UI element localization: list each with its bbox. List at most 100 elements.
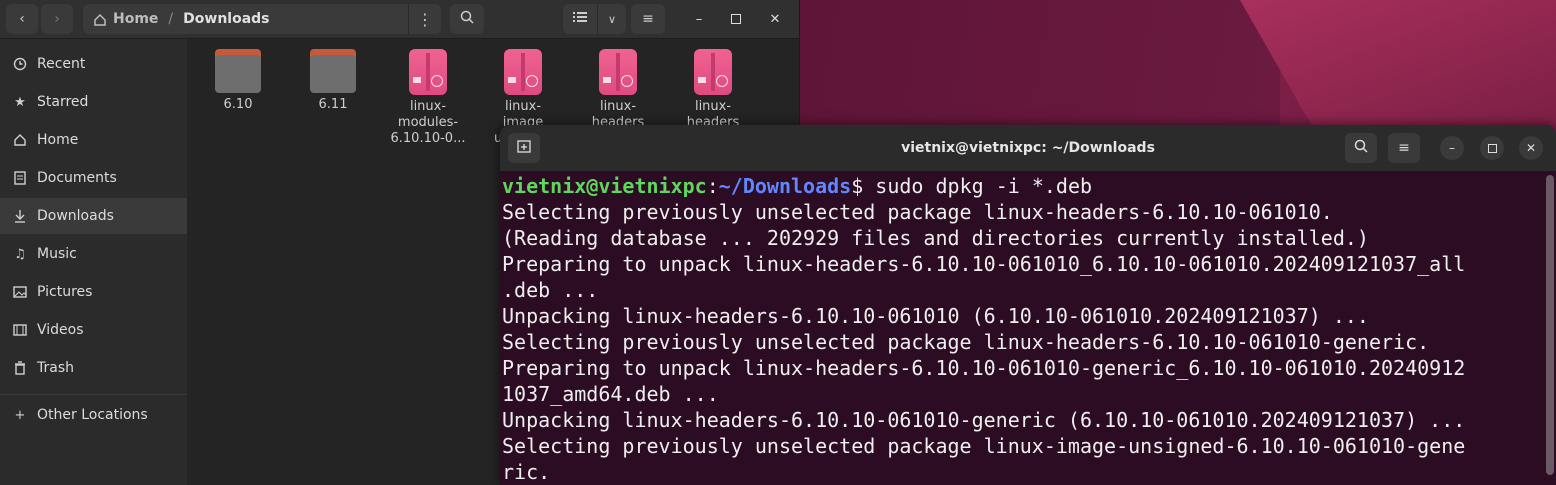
prompt-user: vietnix@vietnixpc — [502, 174, 707, 198]
debian-package-icon — [409, 49, 447, 95]
files-headerbar: ‹ › Home / Downloads ⋮ ∨ ≡ – ✕ — [0, 0, 799, 39]
hamburger-icon: ≡ — [1398, 140, 1410, 156]
terminal-search-button[interactable] — [1345, 133, 1377, 163]
folder-icon — [215, 49, 261, 93]
close-icon: ✕ — [1525, 141, 1537, 155]
vertical-dots-icon: ⋮ — [417, 9, 433, 29]
sidebar-item-label: Starred — [37, 94, 89, 110]
download-icon — [12, 208, 28, 224]
chevron-left-icon: ‹ — [19, 11, 25, 27]
terminal-line: Unpacking linux-headers-6.10.10-061010 (… — [502, 304, 1369, 328]
terminal-line: 1037_amd64.deb ... — [502, 382, 719, 406]
sidebar: Recent ★ Starred Home Documents Download… — [0, 39, 187, 485]
new-tab-icon — [517, 139, 531, 157]
file-name: linux- — [599, 99, 637, 114]
breadcrumb-separator: / — [168, 11, 174, 27]
debian-package-icon — [504, 49, 542, 95]
sidebar-divider — [0, 394, 187, 395]
sidebar-item-music[interactable]: ♫ Music — [0, 236, 187, 272]
file-item-deb[interactable]: linux- headers — [573, 49, 663, 131]
breadcrumb-current[interactable]: Downloads — [183, 11, 269, 27]
terminal-menu-button[interactable]: ≡ — [1388, 133, 1420, 163]
terminal-prompt-line: vietnix@vietnixpc:~/Downloads$ sudo dpkg… — [502, 173, 1546, 199]
sidebar-item-home[interactable]: Home — [0, 122, 187, 158]
sidebar-item-other-locations[interactable]: + Other Locations — [0, 397, 187, 433]
chevron-right-icon: › — [54, 11, 60, 27]
prompt-dollar: $ — [851, 174, 876, 198]
file-name: linux- — [409, 99, 447, 114]
terminal-line: Selecting previously unselected package … — [502, 434, 1466, 458]
file-item-deb[interactable]: linux- headers — [668, 49, 758, 131]
view-toggle-button[interactable] — [563, 4, 597, 34]
back-button[interactable]: ‹ — [6, 4, 38, 34]
file-name: 6.10.10-0... — [390, 131, 466, 146]
minimize-icon: – — [1449, 141, 1455, 155]
sidebar-item-label: Recent — [37, 56, 86, 72]
prompt-path: ~/Downloads — [718, 174, 852, 198]
sidebar-item-label: Videos — [37, 322, 84, 338]
terminal-command: sudo dpkg -i *.deb — [875, 174, 1093, 198]
path-menu-button[interactable]: ⋮ — [408, 4, 441, 34]
prompt-colon: : — [706, 174, 719, 198]
main-menu-button[interactable]: ≡ — [631, 4, 665, 34]
terminal-line: Unpacking linux-headers-6.10.10-061010-g… — [502, 408, 1466, 432]
breadcrumb-home[interactable]: Home — [113, 11, 158, 27]
maximize-icon — [1487, 143, 1497, 153]
file-name: linux- — [694, 99, 732, 114]
sidebar-item-starred[interactable]: ★ Starred — [0, 84, 187, 120]
file-item-folder[interactable]: 6.11 — [288, 49, 378, 113]
file-name: modules- — [397, 115, 459, 130]
trash-icon — [12, 360, 28, 376]
sidebar-item-recent[interactable]: Recent — [0, 46, 187, 82]
terminal-scrollbar[interactable] — [1546, 175, 1554, 475]
music-icon: ♫ — [14, 246, 26, 262]
folder-icon — [310, 49, 356, 93]
sidebar-item-label: Other Locations — [37, 407, 148, 423]
search-icon — [460, 10, 474, 28]
sidebar-item-label: Documents — [37, 170, 117, 186]
sidebar-item-pictures[interactable]: Pictures — [0, 274, 187, 310]
search-button[interactable] — [450, 4, 484, 34]
search-icon — [1354, 139, 1368, 157]
terminal-headerbar: vietnix@vietnixpc: ~/Downloads ≡ – ✕ — [500, 125, 1556, 171]
terminal-title: vietnix@vietnixpc: ~/Downloads — [901, 140, 1155, 156]
file-name: 6.10 — [223, 97, 253, 112]
terminal-line: Preparing to unpack linux-headers-6.10.1… — [502, 252, 1466, 276]
forward-button[interactable]: › — [41, 4, 73, 34]
sidebar-item-videos[interactable]: Videos — [0, 312, 187, 348]
home-icon — [93, 12, 107, 26]
sidebar-item-documents[interactable]: Documents — [0, 160, 187, 196]
terminal-line: .deb ... — [502, 278, 599, 302]
maximize-button[interactable] — [725, 8, 747, 30]
terminal-output[interactable]: vietnix@vietnixpc:~/Downloads$ sudo dpkg… — [502, 173, 1546, 485]
sidebar-item-downloads[interactable]: Downloads — [0, 198, 187, 234]
terminal-line: Selecting previously unselected package … — [502, 330, 1430, 354]
file-name: linux- — [504, 99, 542, 114]
sidebar-item-label: Trash — [37, 360, 74, 376]
video-icon — [12, 322, 28, 338]
terminal-minimize-button[interactable]: – — [1440, 136, 1464, 160]
terminal-close-button[interactable]: ✕ — [1519, 136, 1543, 160]
minimize-icon: – — [695, 11, 703, 27]
terminal-line: Selecting previously unselected package … — [502, 200, 1333, 224]
star-icon: ★ — [14, 94, 26, 110]
close-icon: ✕ — [769, 11, 781, 27]
plus-icon: + — [14, 407, 26, 423]
new-tab-button[interactable] — [508, 133, 540, 163]
close-button[interactable]: ✕ — [764, 8, 786, 30]
view-options-button[interactable]: ∨ — [597, 4, 626, 34]
sidebar-item-trash[interactable]: Trash — [0, 350, 187, 386]
picture-icon — [12, 284, 28, 300]
debian-package-icon — [599, 49, 637, 95]
minimize-button[interactable]: – — [688, 8, 710, 30]
hamburger-icon: ≡ — [642, 11, 654, 27]
terminal-window: vietnix@vietnixpc: ~/Downloads ≡ – ✕ vie… — [500, 125, 1556, 485]
home-icon — [12, 132, 28, 148]
file-item-deb[interactable]: linux- modules- 6.10.10-0... — [383, 49, 473, 147]
list-view-icon — [573, 11, 587, 27]
path-bar: Home / Downloads ⋮ — [83, 4, 441, 34]
terminal-line: (Reading database ... 202929 files and d… — [502, 226, 1369, 250]
terminal-maximize-button[interactable] — [1480, 136, 1504, 160]
file-item-folder[interactable]: 6.10 — [193, 49, 283, 113]
sidebar-item-label: Downloads — [37, 208, 114, 224]
